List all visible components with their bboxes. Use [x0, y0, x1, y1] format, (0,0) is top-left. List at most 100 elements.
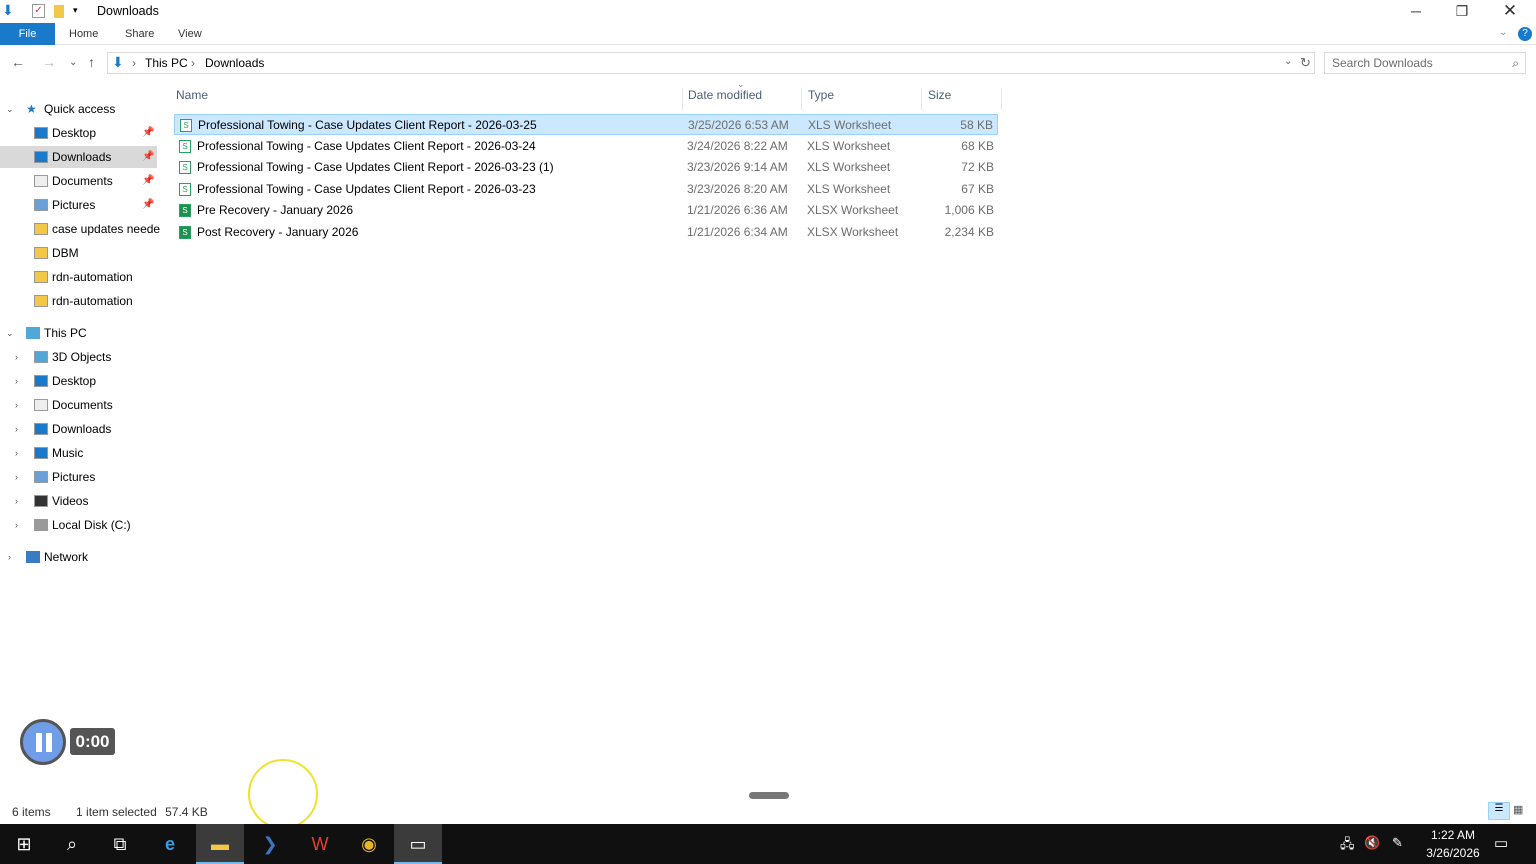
forward-button[interactable]: → [42, 54, 56, 70]
file-name: Professional Towing - Case Updates Clien… [197, 160, 554, 175]
nav-quick-item[interactable]: Downloads 📌 [0, 146, 157, 168]
up-button[interactable]: ↑ [88, 54, 95, 70]
clock-time: 1:22 AM [1430, 828, 1476, 842]
volume-muted-icon[interactable]: 🔇 [1364, 835, 1380, 851]
close-button[interactable]: ✕ [1487, 0, 1533, 23]
pen-icon[interactable]: ✎ [1392, 835, 1403, 851]
file-name: Professional Towing - Case Updates Clien… [197, 181, 536, 196]
properties-icon[interactable]: ✓ [32, 4, 45, 18]
tab-share[interactable]: Share [111, 23, 168, 45]
column-type[interactable]: Type [808, 88, 922, 110]
nav-quick-access[interactable]: ⌄ ★ Quick access [0, 98, 157, 120]
nav-label: case updates neede [52, 222, 161, 236]
search-icon[interactable]: ⌕ [48, 824, 96, 864]
wps-office-icon[interactable]: W [296, 824, 344, 864]
file-name: Post Recovery - January 2026 [197, 225, 359, 239]
local-disk-c--icon [34, 519, 48, 531]
file-row[interactable]: S Professional Towing - Case Updates Clie… [174, 179, 998, 200]
search-input[interactable]: Search Downloads ⌕ [1324, 52, 1526, 74]
recent-locations-button[interactable]: ⌄ [69, 57, 77, 68]
library-icon [34, 151, 48, 163]
tab-view[interactable]: View [164, 23, 216, 45]
tab-home[interactable]: Home [55, 23, 112, 45]
expand-chevron-icon[interactable]: › [8, 546, 11, 568]
details-view-button[interactable]: ☰ [1488, 802, 1510, 820]
restore-button[interactable]: ❐ [1439, 0, 1485, 23]
pin-icon[interactable]: 📌 [142, 122, 154, 144]
expand-chevron-icon[interactable]: › [15, 442, 18, 464]
file-row[interactable]: S Pre Recovery - January 2026 1/21/2026 6:… [174, 200, 998, 221]
help-icon[interactable]: ? [1518, 27, 1532, 41]
nav-quick-item[interactable]: rdn-automation [0, 290, 157, 312]
collapse-chevron-icon[interactable]: ⌄ [6, 98, 14, 120]
chrome-icon[interactable]: ◉ [345, 824, 393, 864]
file-row[interactable]: S Professional Towing - Case Updates Clie… [174, 114, 998, 135]
column-name[interactable]: Name [176, 88, 683, 110]
clock-date: 3/26/2026 [1426, 846, 1480, 860]
nav-pc-item[interactable]: › Documents [0, 394, 157, 416]
nav-label: 3D Objects [52, 350, 112, 364]
notifications-icon[interactable]: ▭ [1494, 834, 1508, 852]
pin-icon[interactable]: 📌 [142, 194, 154, 216]
start-button[interactable]: ⊞ [0, 824, 48, 864]
address-bar[interactable]: ⬇ › This PC › Downloads ⌄ ↻ [107, 52, 1315, 74]
file-size: 1,006 KB [944, 203, 994, 218]
scroll-handle[interactable] [749, 792, 789, 799]
expand-chevron-icon[interactable]: › [15, 394, 18, 416]
file-row[interactable]: S Professional Towing - Case Updates Clie… [174, 136, 998, 157]
nav-quick-item[interactable]: case updates neede [0, 218, 161, 240]
back-button[interactable]: ← [11, 54, 25, 70]
downloads-icon [34, 423, 48, 435]
column-date-modified[interactable]: Date modified [688, 88, 802, 110]
address-dropdown-icon[interactable]: ⌄ [1284, 56, 1292, 67]
task-view-icon[interactable]: ⧉ [96, 824, 144, 864]
minimize-button[interactable]: ─ [1393, 0, 1439, 23]
nav-label: DBM [52, 246, 79, 260]
pause-button[interactable] [20, 719, 66, 765]
nav-quick-item[interactable]: rdn-automation [0, 266, 157, 288]
powershell-icon[interactable]: ❯ [246, 824, 294, 864]
nav-pc-item[interactable]: › Desktop [0, 370, 157, 392]
breadcrumb-this-pc[interactable]: This PC [145, 56, 188, 70]
tab-file[interactable]: File [0, 23, 55, 45]
nav-pc-item[interactable]: › Downloads [0, 418, 157, 440]
network-tray-icon[interactable]: 🖧 [1340, 835, 1355, 857]
file-row[interactable]: S Post Recovery - January 2026 1/21/2026 6… [174, 222, 998, 243]
expand-chevron-icon[interactable]: › [15, 418, 18, 440]
nav-network[interactable]: › Network [0, 546, 157, 568]
command-prompt-icon[interactable]: ▭ [394, 824, 442, 864]
large-icons-view-button[interactable]: ▦ [1513, 803, 1523, 816]
nav-label: Downloads [52, 422, 112, 436]
internet-explorer-icon[interactable]: e [146, 824, 194, 864]
nav-quick-item[interactable]: Documents 📌 [0, 170, 157, 192]
window-title: Downloads [97, 4, 159, 18]
file-date: 3/25/2026 6:53 AM [688, 118, 789, 132]
collapse-chevron-icon[interactable]: ⌄ [6, 322, 14, 344]
pin-icon[interactable]: 📌 [142, 146, 154, 168]
refresh-icon[interactable]: ↻ [1300, 55, 1311, 71]
expand-chevron-icon[interactable]: › [15, 466, 18, 488]
expand-chevron-icon[interactable]: › [15, 346, 18, 368]
nav-quick-item[interactable]: DBM [0, 242, 157, 264]
nav-quick-item[interactable]: Desktop 📌 [0, 122, 157, 144]
file-row[interactable]: S Professional Towing - Case Updates Clie… [174, 157, 998, 178]
expand-ribbon-icon[interactable]: ⌄ [1499, 27, 1507, 38]
expand-chevron-icon[interactable]: › [15, 490, 18, 512]
file-explorer-icon[interactable]: ▬ [196, 824, 244, 864]
nav-this-pc[interactable]: ⌄ This PC [0, 322, 157, 344]
nav-quick-item[interactable]: Pictures 📌 [0, 194, 157, 216]
breadcrumb-downloads[interactable]: Downloads [205, 56, 264, 70]
customize-toolbar-icon[interactable]: ▾ [73, 5, 78, 16]
nav-pc-item[interactable]: › Videos [0, 490, 157, 512]
column-size[interactable]: Size [928, 88, 1002, 110]
expand-chevron-icon[interactable]: › [15, 370, 18, 392]
library-icon [34, 175, 48, 187]
nav-pc-item[interactable]: › Music [0, 442, 157, 464]
nav-pc-item[interactable]: › Local Disk (C:) [0, 514, 157, 536]
nav-pc-item[interactable]: › Pictures [0, 466, 157, 488]
nav-pc-item[interactable]: › 3D Objects [0, 346, 157, 368]
new-folder-icon[interactable] [54, 5, 64, 18]
clock[interactable]: 1:22 AM 3/26/2026 [1420, 826, 1486, 862]
pin-icon[interactable]: 📌 [142, 170, 154, 192]
expand-chevron-icon[interactable]: › [15, 514, 18, 536]
